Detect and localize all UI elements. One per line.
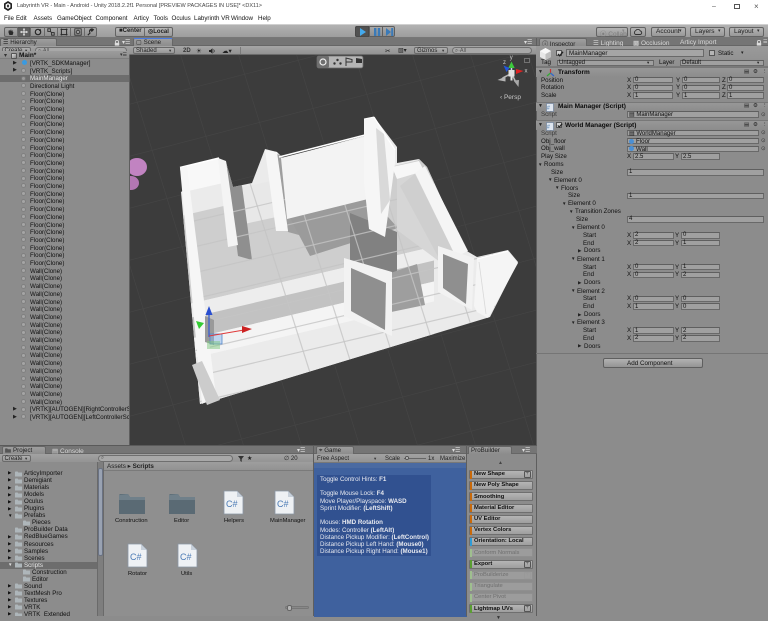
svg-text:‹ Persp: ‹ Persp bbox=[500, 94, 521, 101]
svg-text:C#: C# bbox=[226, 499, 238, 509]
svg-text:z: z bbox=[503, 60, 506, 66]
svg-text:x: x bbox=[525, 69, 528, 75]
svg-text:y: y bbox=[510, 55, 513, 61]
svg-text:C#: C# bbox=[180, 552, 192, 562]
svg-text:C#: C# bbox=[277, 499, 289, 509]
svg-text:C#: C# bbox=[130, 552, 142, 562]
